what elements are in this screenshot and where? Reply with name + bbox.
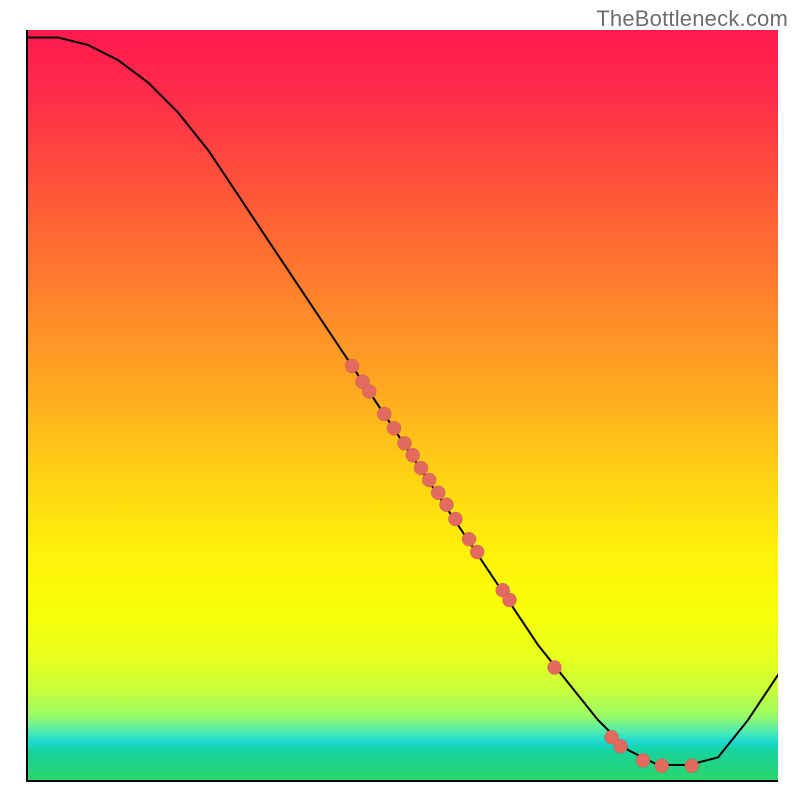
data-marker: [397, 436, 411, 450]
data-marker: [439, 498, 453, 512]
data-marker: [377, 407, 391, 421]
data-marker: [685, 759, 699, 773]
data-marker: [448, 512, 462, 526]
chart-overlay-svg: [28, 30, 778, 780]
data-marker: [613, 739, 627, 753]
data-marker: [414, 461, 428, 475]
bottleneck-curve: [28, 37, 778, 765]
data-marker: [655, 759, 669, 773]
plot-area: [26, 30, 778, 782]
data-marker: [636, 753, 650, 767]
data-marker: [422, 473, 436, 487]
markers-group: [345, 359, 699, 773]
data-marker: [502, 593, 516, 607]
data-marker: [470, 545, 484, 559]
data-marker: [406, 448, 420, 462]
data-marker: [345, 359, 359, 373]
data-marker: [431, 486, 445, 500]
watermark-text: TheBottleneck.com: [596, 6, 788, 32]
data-marker: [547, 660, 561, 674]
data-marker: [462, 532, 476, 546]
data-marker: [362, 384, 376, 398]
data-marker: [387, 421, 401, 435]
